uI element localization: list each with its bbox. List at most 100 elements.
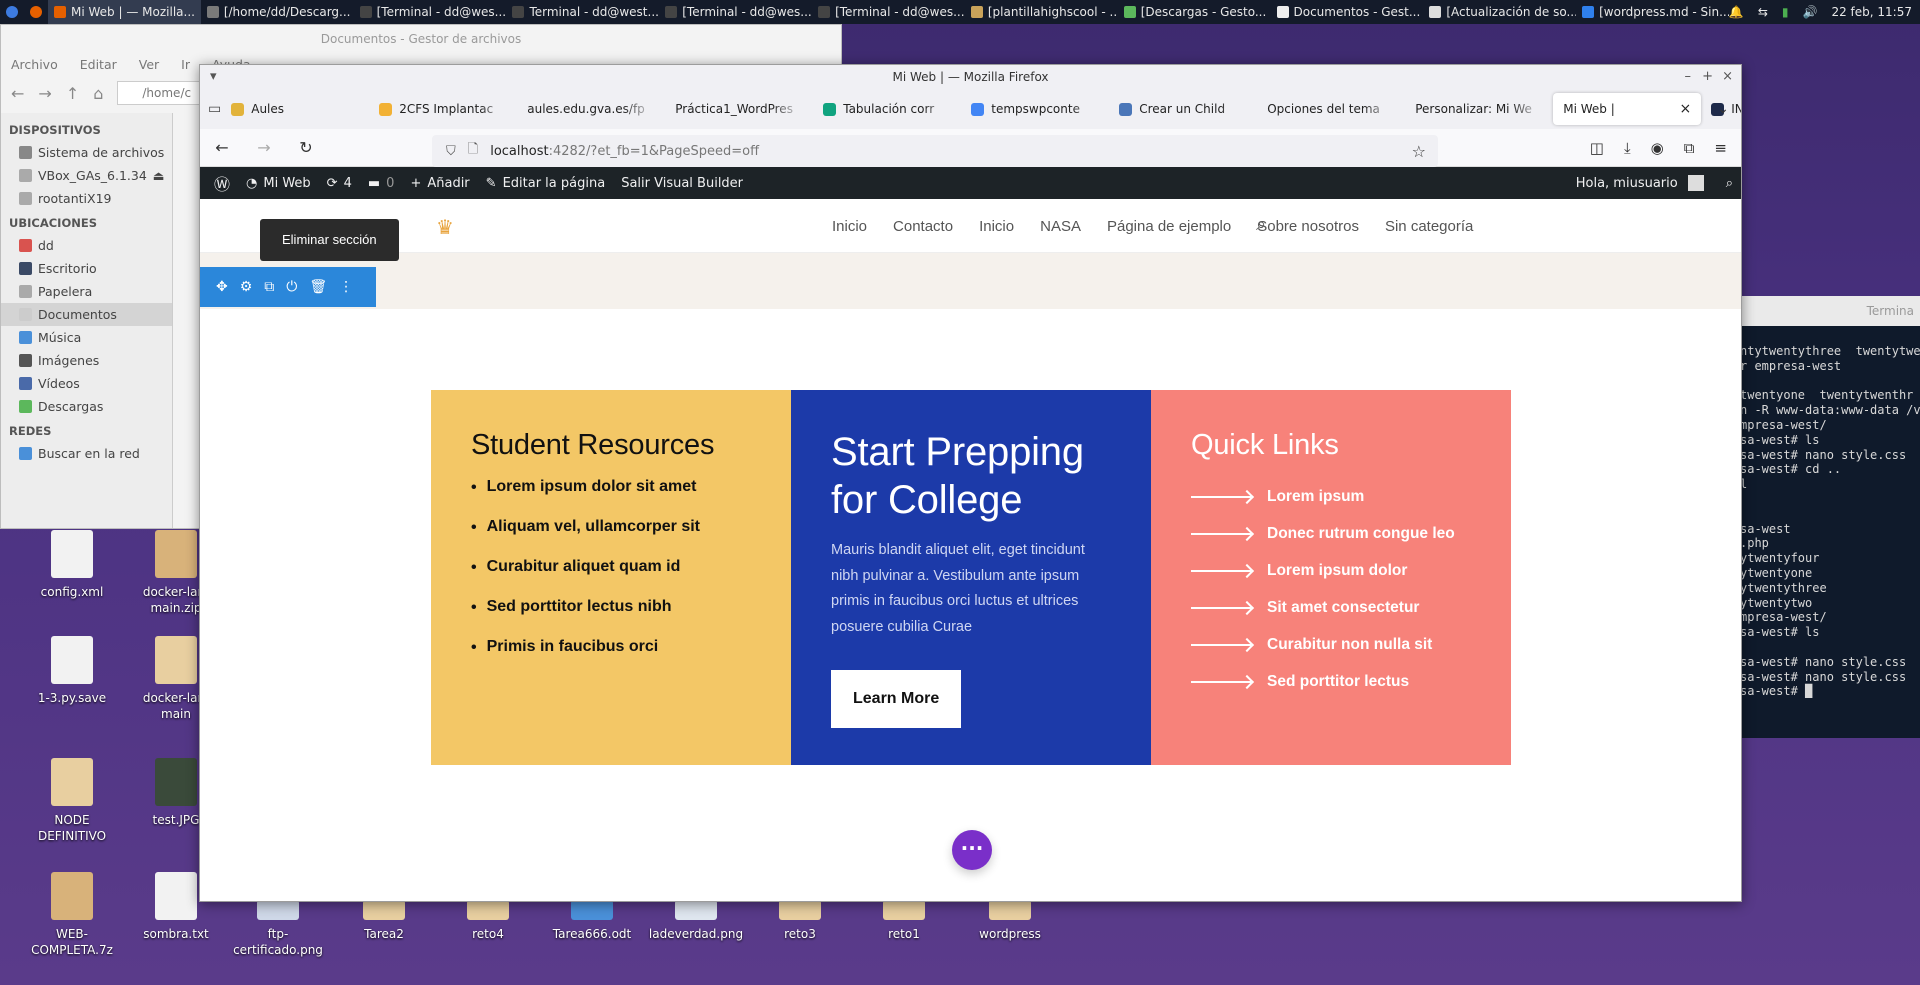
wp-site-name[interactable]: ◔ Mi Web — [238, 167, 319, 199]
sidebar-item[interactable]: Buscar en la red — [1, 442, 172, 465]
taskbar-item[interactable]: [/home/dd/Descarg... — [201, 0, 354, 24]
sidebar-item[interactable]: rootantiX19 — [1, 187, 172, 210]
forward-icon[interactable]: → — [38, 84, 51, 103]
bookmark-star-icon[interactable]: ☆ — [1412, 142, 1438, 161]
desktop-icon[interactable]: WEB-COMPLETA.7z — [20, 872, 124, 958]
menu-item[interactable]: NASA — [1040, 218, 1081, 235]
desktop-icon[interactable]: NODE DEFINITIVO — [20, 758, 124, 844]
sidebar-item[interactable]: Papelera — [1, 280, 172, 303]
browser-tab[interactable]: Personalizar: Mi We — [1405, 93, 1553, 125]
window-menu-icon[interactable]: ▾ — [210, 65, 217, 89]
sidebar-item[interactable]: dd — [1, 234, 172, 257]
menu-item[interactable]: Sin categoría — [1385, 218, 1473, 235]
browser-tab[interactable]: Tabulación corr — [813, 93, 961, 125]
quick-link[interactable]: Sit amet consectetur — [1191, 589, 1471, 626]
clock[interactable]: 22 feb, 11:57 — [1831, 5, 1912, 19]
taskbar-item[interactable]: [plantillahighscool - ... — [965, 0, 1118, 24]
desktop-icon[interactable]: reto4 — [436, 900, 540, 942]
taskbar-item[interactable]: [wordpress.md - Sin... — [1576, 0, 1729, 24]
battery-icon[interactable]: ▮ — [1782, 5, 1789, 19]
desktop-icon[interactable]: 1-3.py.save — [20, 636, 124, 706]
wp-updates[interactable]: ⟳ 4 — [319, 167, 360, 199]
minimize-icon[interactable]: – — [1685, 65, 1692, 89]
firefox-launcher-icon[interactable] — [24, 0, 48, 24]
list-all-tabs-icon[interactable]: ⌄ — [1717, 101, 1729, 117]
eject-icon[interactable]: ⏏ — [153, 168, 165, 183]
sidebar-item[interactable]: Sistema de archivos — [1, 141, 172, 164]
settings-icon[interactable]: ⚙ — [240, 279, 253, 295]
duplicate-icon[interactable]: ⧉ — [264, 279, 274, 295]
maximize-icon[interactable]: + — [1702, 65, 1713, 89]
taskbar-item[interactable]: [Descargas - Gesto... — [1118, 0, 1271, 24]
url-bar[interactable]: ⛉ 🗋 localhost:4282/?et_fb=1&PageSpeed=of… — [432, 135, 1438, 167]
wp-add-new[interactable]: + Añadir — [402, 167, 477, 199]
downloads-icon[interactable]: ⤓ — [1624, 139, 1631, 157]
menu-ver[interactable]: Ver — [139, 57, 159, 72]
menu-item[interactable]: Inicio — [979, 218, 1014, 235]
network-icon[interactable]: ⇆ — [1758, 5, 1768, 19]
resource-item[interactable]: • Curabitur aliquet quam id — [471, 558, 751, 598]
wp-edit-page[interactable]: ✎ Editar la página — [478, 167, 614, 199]
quick-link[interactable]: Curabitur non nulla sit — [1191, 626, 1471, 663]
menu-item[interactable]: Página de ejemplo — [1107, 218, 1231, 235]
tab-close-icon[interactable]: × — [1680, 101, 1692, 117]
desktop-icon[interactable]: ladeverdad.png — [644, 900, 748, 942]
back-icon[interactable]: ← — [11, 84, 24, 103]
desktop-icon[interactable]: config.xml — [20, 530, 124, 600]
site-search-icon[interactable]: ⌕ — [1256, 214, 1266, 235]
quick-link[interactable]: Sed porttitor lectus — [1191, 663, 1471, 700]
sidebar-item[interactable]: Música — [1, 326, 172, 349]
taskbar-item[interactable]: Terminal - dd@west... — [506, 0, 659, 24]
desktop-icon[interactable]: Tarea2 — [332, 900, 436, 942]
sidebar-item[interactable]: Descargas — [1, 395, 172, 418]
browser-tab[interactable]: Aules — [221, 93, 369, 125]
more-options-icon[interactable]: ⋮ — [339, 279, 353, 295]
taskbar-item[interactable]: [Terminal - dd@wes... — [659, 0, 812, 24]
crown-logo-icon[interactable]: ♛ — [436, 215, 454, 239]
save-to-library-icon[interactable]: ⏻ — [286, 279, 297, 295]
account-icon[interactable]: ◉ — [1651, 139, 1664, 157]
close-window-icon[interactable]: × — [1722, 65, 1733, 89]
resource-item[interactable]: • Lorem ipsum dolor sit amet — [471, 478, 751, 518]
wp-exit-builder[interactable]: Salir Visual Builder — [613, 167, 751, 199]
quick-link[interactable]: Lorem ipsum — [1191, 478, 1471, 515]
taskbar-item[interactable]: Documentos - Gest... — [1271, 0, 1424, 24]
browser-tab[interactable]: Crear un Child — [1109, 93, 1257, 125]
menu-ir[interactable]: Ir — [181, 57, 190, 72]
sidebar-item[interactable]: Imágenes — [1, 349, 172, 372]
browser-tab[interactable]: 2CFS Implantac — [369, 93, 517, 125]
taskbar-item[interactable]: Mi Web | — Mozilla... — [48, 0, 201, 24]
browser-tab[interactable]: Mi Web | × — [1553, 93, 1702, 125]
delete-icon[interactable]: 🗑 — [309, 279, 327, 295]
menu-item[interactable]: Inicio — [832, 218, 867, 235]
forward-button[interactable]: → — [250, 138, 278, 157]
browser-tab[interactable]: Práctica1_WordPres — [665, 93, 813, 125]
shield-icon[interactable]: ⛉ — [446, 144, 456, 159]
pocket-icon[interactable]: ◫ — [1590, 139, 1604, 157]
bell-icon[interactable]: 🔔 — [1729, 5, 1744, 19]
sidebar-item[interactable]: Vídeos — [1, 372, 172, 395]
browser-tab[interactable]: aules.edu.gva.es/fp — [517, 93, 665, 125]
extensions-icon[interactable]: ⧉ — [1684, 139, 1695, 157]
menu-item[interactable]: Contacto — [893, 218, 953, 235]
desktop-icon[interactable]: Tarea666.odt — [540, 900, 644, 942]
browser-tab[interactable]: Opciones del tema — [1257, 93, 1405, 125]
back-button[interactable]: ← — [208, 138, 236, 157]
wp-account[interactable]: Hola, miusuario ⌕ — [1576, 175, 1741, 191]
sidebar-item[interactable]: Escritorio — [1, 257, 172, 280]
menu-editar[interactable]: Editar — [80, 57, 117, 72]
menu-archivo[interactable]: Archivo — [11, 57, 58, 72]
browser-tab[interactable]: tempswpconte — [961, 93, 1109, 125]
reload-button[interactable]: ↻ — [292, 138, 320, 157]
tab-list-icon[interactable]: ▭ — [208, 101, 221, 117]
resource-item[interactable]: • Aliquam vel, ullamcorper sit — [471, 518, 751, 558]
search-icon[interactable]: ⌕ — [1714, 176, 1733, 191]
home-icon[interactable]: ⌂ — [93, 84, 103, 103]
move-icon[interactable]: ✥ — [216, 279, 228, 295]
taskbar-item[interactable]: [Actualización de so... — [1423, 0, 1576, 24]
resource-item[interactable]: • Sed porttitor lectus nibh — [471, 598, 751, 638]
taskbar-item[interactable]: [Terminal - dd@wes... — [354, 0, 507, 24]
wordpress-logo-icon[interactable]: Ⓦ — [206, 167, 238, 199]
page-info-icon[interactable]: 🗋 — [468, 140, 478, 162]
hamburger-menu-icon[interactable]: ≡ — [1714, 139, 1727, 157]
